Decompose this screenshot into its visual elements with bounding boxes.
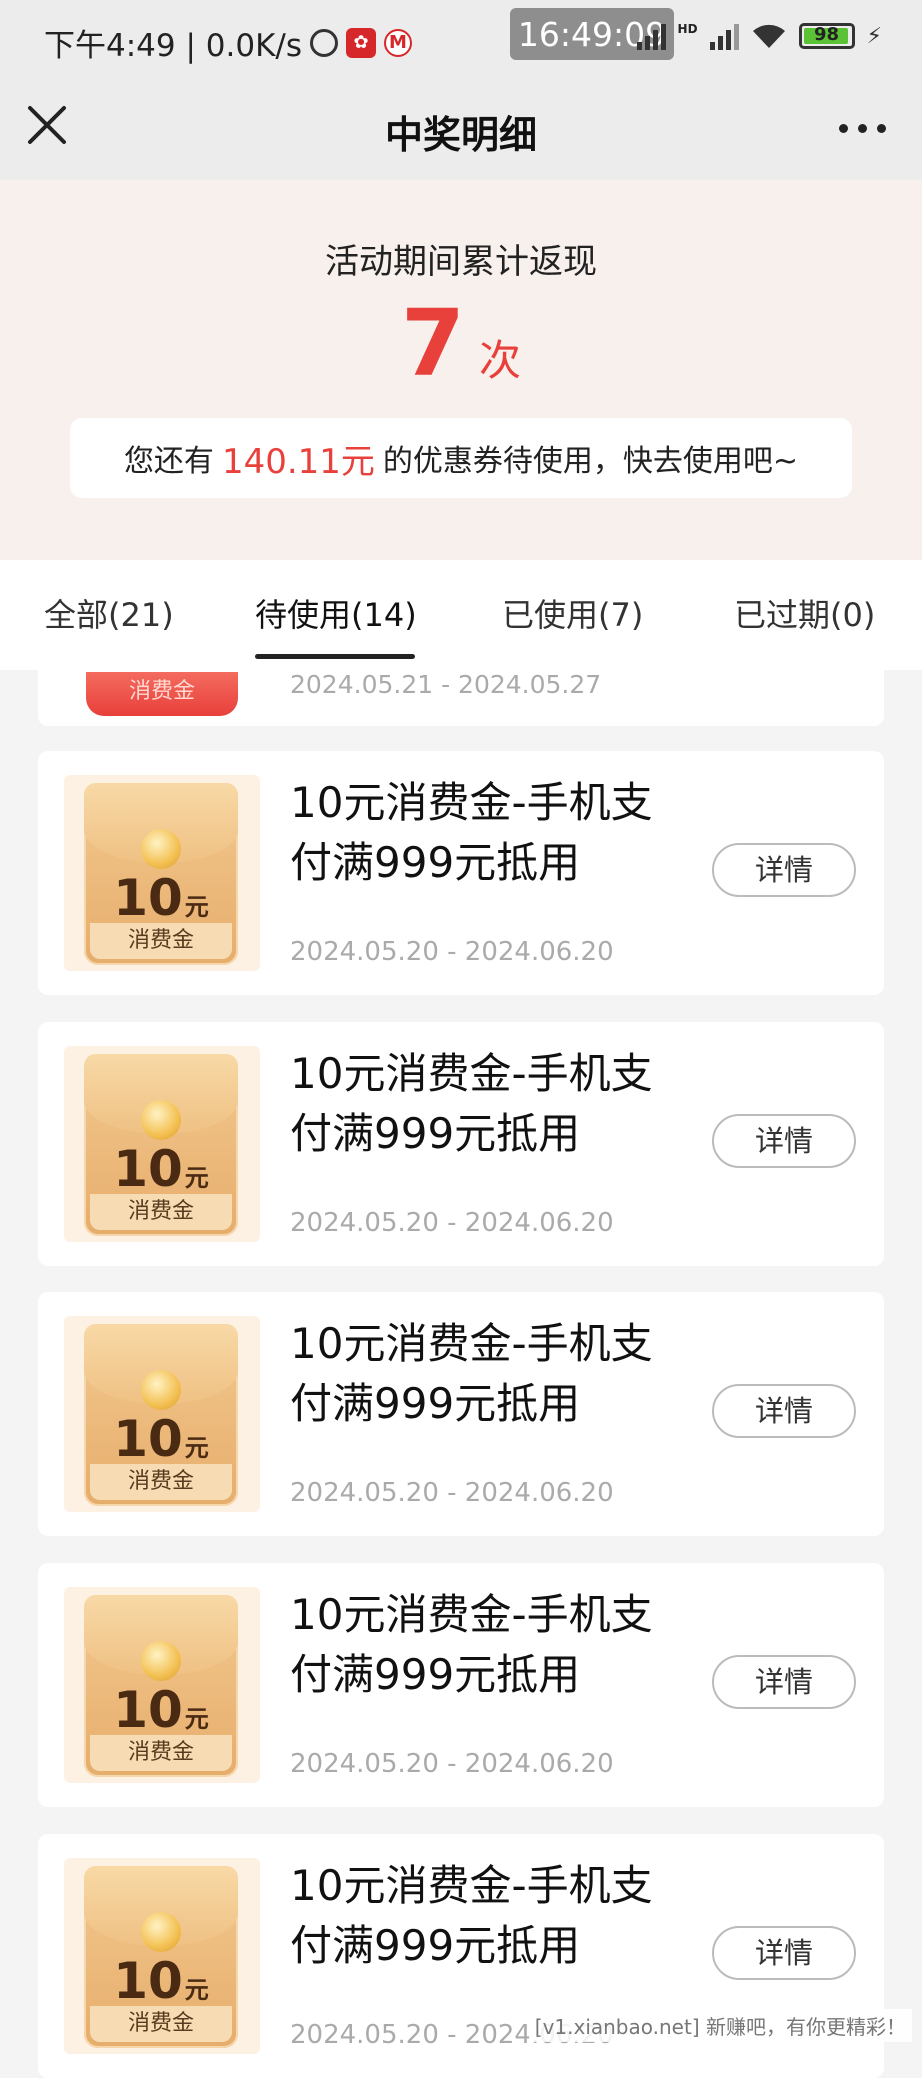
app-notification-icon: ✿ [346,27,376,58]
cashback-count: 7次 [0,290,922,397]
envelope-amount: 10 [113,1681,183,1739]
coupon-date: 2024.05.20 - 2024.06.20 [290,1208,614,1238]
envelope-label: 消费金 [90,2006,232,2042]
tip-prefix: 您还有 [123,444,214,479]
coupon-card[interactable]: 10元 消费金 10元消费金-手机支 付满999元抵用 2024.05.20 -… [38,1292,884,1536]
coupon-partial-badge: 消费金 [86,672,238,716]
coupon-title-line2: 付满999元抵用 [290,1921,581,1970]
alarm-icon [310,28,338,57]
coin-icon [141,1912,181,1952]
coupon-title-line1: 10元消费金-手机支 [290,1319,653,1368]
coupon-card[interactable]: 10元 消费金 10元消费金-手机支 付满999元抵用 2024.05.20 -… [38,751,884,995]
coin-icon [141,829,181,869]
coupon-card[interactable]: 10元 消费金 10元消费金-手机支 付满999元抵用 2024.05.20 -… [38,1022,884,1266]
tab-expired[interactable]: 已过期(0) [734,590,875,636]
cashback-count-number: 7 [400,290,465,397]
coupon-title-line2: 付满999元抵用 [290,838,581,887]
coupon-title-line1: 10元消费金-手机支 [290,1590,653,1639]
detail-button[interactable]: 详情 [712,843,856,897]
coupon-date: 2024.05.20 - 2024.06.20 [290,937,614,967]
coupon-partial-date: 2024.05.21 - 2024.05.27 [290,670,602,699]
detail-button[interactable]: 详情 [712,1384,856,1438]
coupon-title: 10元消费金-手机支 付满999元抵用 [290,1314,690,1434]
battery-level: 98 [814,24,840,45]
tip-suffix: 的优惠券待使用，快去使用吧~ [382,444,799,479]
battery-icon: 98 [798,23,855,49]
envelope-amount: 10 [113,869,183,927]
tip-amount: 140.11元 [221,441,375,482]
coupon-title: 10元消费金-手机支 付满999元抵用 [290,1044,690,1164]
envelope-unit: 元 [184,1164,209,1192]
coupon-title: 10元消费金-手机支 付满999元抵用 [290,1856,690,1976]
tab-used[interactable]: 已使用(7) [502,590,643,636]
unused-coupon-tip: 您还有 140.11元 的优惠券待使用，快去使用吧~ [70,418,852,498]
envelope-label: 消费金 [90,1464,232,1500]
more-icon[interactable] [839,124,886,133]
nav-bar: 中奖明细 [0,82,922,180]
wifi-icon [751,22,787,50]
summary-panel: 活动期间累计返现 7次 您还有 140.11元 的优惠券待使用，快去使用吧~ [0,180,922,560]
status-left: 下午4:49 | 0.0K/s ✿ M [44,20,412,65]
filter-tabs: 全部(21) 待使用(14) 已使用(7) 已过期(0) [0,560,922,670]
coin-icon [141,1100,181,1140]
charging-icon: ⚡ [866,23,882,49]
coupon-envelope-image: 10元 消费金 [64,1316,260,1512]
coupon-envelope-image: 10元 消费金 [64,1046,260,1242]
coupon-title-line2: 付满999元抵用 [290,1379,581,1428]
envelope-unit: 元 [184,893,209,921]
status-bar: 下午4:49 | 0.0K/s ✿ M 16:49:09 HD 98 ⚡ [0,0,922,82]
envelope-amount: 10 [113,1952,183,2010]
status-time-speed: 下午4:49 | 0.0K/s [44,28,302,64]
bank-app-icon: M [384,28,412,57]
detail-button[interactable]: 详情 [712,1926,856,1980]
coupon-title-line1: 10元消费金-手机支 [290,1861,653,1910]
coupon-envelope-image: 10元 消费金 [64,775,260,971]
coupon-envelope-image: 10元 消费金 [64,1858,260,2054]
status-right: HD 98 ⚡ [636,22,882,50]
coupon-date: 2024.05.20 - 2024.06.20 [290,1478,614,1508]
coupon-title: 10元消费金-手机支 付满999元抵用 [290,1585,690,1705]
page-title: 中奖明细 [384,113,537,157]
envelope-label: 消费金 [90,923,232,959]
cashback-count-unit: 次 [479,336,522,385]
coupon-envelope-image: 10元 消费金 [64,1587,260,1783]
active-tab-indicator [255,654,415,659]
signal-icon [636,22,666,50]
summary-label: 活动期间累计返现 [325,242,597,282]
signal-2-icon [709,22,739,50]
coupon-title-line1: 10元消费金-手机支 [290,778,653,827]
detail-button[interactable]: 详情 [712,1655,856,1709]
coupon-card[interactable]: 10元 消费金 10元消费金-手机支 付满999元抵用 2024.05.20 -… [38,1563,884,1807]
watermark: [v1.xianbao.net] 新赚吧，有你更精彩！ [528,2009,912,2042]
envelope-unit: 元 [184,1976,209,2004]
coupon-title-line2: 付满999元抵用 [290,1109,581,1158]
coin-icon [141,1370,181,1410]
envelope-label: 消费金 [90,1194,232,1230]
coupon-date: 2024.05.20 - 2024.06.20 [290,1749,614,1779]
coin-icon [141,1641,181,1681]
detail-button[interactable]: 详情 [712,1114,856,1168]
envelope-label: 消费金 [90,1735,232,1771]
coupon-title: 10元消费金-手机支 付满999元抵用 [290,773,690,893]
envelope-unit: 元 [184,1705,209,1733]
envelope-amount: 10 [113,1410,183,1468]
hd-label: HD [677,22,698,36]
coupon-title-line1: 10元消费金-手机支 [290,1049,653,1098]
tab-pending[interactable]: 待使用(14) [255,590,417,636]
coupon-title-line2: 付满999元抵用 [290,1650,581,1699]
tab-all[interactable]: 全部(21) [44,590,174,636]
envelope-unit: 元 [184,1434,209,1462]
envelope-amount: 10 [113,1140,183,1198]
